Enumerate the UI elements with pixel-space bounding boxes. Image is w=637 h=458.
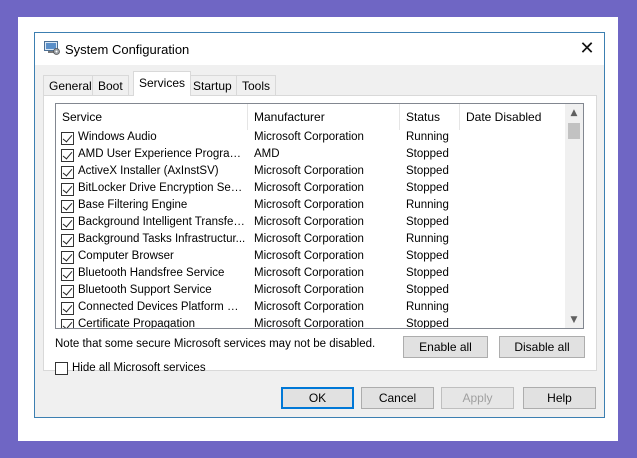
column-date-disabled[interactable]: Date Disabled [460, 104, 565, 130]
vertical-scrollbar[interactable]: ▲ ▼ [565, 104, 583, 328]
service-checkbox[interactable] [61, 285, 74, 298]
service-name: Connected Devices Platform Ser... [78, 301, 246, 313]
service-status: Stopped [406, 216, 449, 228]
service-row[interactable]: Connected Devices Platform Ser... Microso… [56, 300, 565, 317]
service-status: Running [406, 301, 449, 313]
help-button[interactable]: Help [523, 387, 596, 409]
scroll-down-icon[interactable]: ▼ [565, 311, 583, 328]
service-status: Stopped [406, 148, 449, 160]
window-title: System Configuration [65, 42, 190, 57]
service-row[interactable]: Bluetooth Handsfree Service Microsoft Cor… [56, 266, 565, 283]
service-manufacturer: Microsoft Corporation [254, 318, 364, 329]
ok-button[interactable]: OK [281, 387, 354, 409]
service-checkbox[interactable] [61, 166, 74, 179]
service-manufacturer: AMD [254, 148, 280, 160]
service-manufacturer: Microsoft Corporation [254, 131, 364, 143]
service-status: Stopped [406, 165, 449, 177]
secure-services-note: Note that some secure Microsoft services… [55, 338, 376, 350]
service-checkbox[interactable] [61, 200, 74, 213]
service-checkbox[interactable] [61, 183, 74, 196]
service-row[interactable]: BitLocker Drive Encryption Service Micros… [56, 181, 565, 198]
services-rows: Windows Audio Microsoft Corporation Runnin… [56, 130, 565, 329]
column-service[interactable]: Service [56, 104, 248, 130]
service-status: Stopped [406, 284, 449, 296]
column-manufacturer[interactable]: Manufacturer [248, 104, 400, 130]
service-name: Base Filtering Engine [78, 199, 188, 211]
list-header: Service Manufacturer Status Date Disable… [56, 104, 565, 130]
services-list[interactable]: Service Manufacturer Status Date Disable… [55, 103, 584, 329]
close-icon[interactable]: ✕ [570, 33, 604, 63]
service-row[interactable]: Windows Audio Microsoft Corporation Runnin… [56, 130, 565, 147]
service-row[interactable]: AMD User Experience Program L... AMD Stopp… [56, 147, 565, 164]
service-status: Running [406, 199, 449, 211]
service-name: AMD User Experience Program L... [78, 148, 246, 160]
system-configuration-dialog: System Configuration ✕ General Boot Serv… [34, 32, 605, 418]
service-row[interactable]: Background Tasks Infrastructur... Microso… [56, 232, 565, 249]
service-manufacturer: Microsoft Corporation [254, 182, 364, 194]
service-checkbox[interactable] [61, 149, 74, 162]
hide-microsoft-services-label: Hide all Microsoft services [72, 362, 206, 374]
service-checkbox[interactable] [61, 132, 74, 145]
service-manufacturer: Microsoft Corporation [254, 284, 364, 296]
service-manufacturer: Microsoft Corporation [254, 165, 364, 177]
service-row[interactable]: Background Intelligent Transfer ... Micro… [56, 215, 565, 232]
tab-tools[interactable]: Tools [236, 75, 277, 95]
service-row[interactable]: Bluetooth Support Service Microsoft Corpo… [56, 283, 565, 300]
tab-general[interactable]: General [43, 75, 98, 95]
service-status: Running [406, 233, 449, 245]
service-manufacturer: Microsoft Corporation [254, 233, 364, 245]
cancel-button[interactable]: Cancel [361, 387, 434, 409]
tab-boot[interactable]: Boot [92, 75, 129, 95]
service-manufacturer: Microsoft Corporation [254, 216, 364, 228]
scroll-thumb[interactable] [568, 123, 580, 139]
service-status: Stopped [406, 318, 449, 329]
service-status: Stopped [406, 182, 449, 194]
service-checkbox[interactable] [61, 251, 74, 264]
service-name: Background Tasks Infrastructur... [78, 233, 246, 245]
scroll-up-icon[interactable]: ▲ [565, 104, 583, 121]
service-name: Certificate Propagation [78, 318, 195, 329]
apply-button[interactable]: Apply [441, 387, 514, 409]
service-status: Running [406, 131, 449, 143]
service-manufacturer: Microsoft Corporation [254, 301, 364, 313]
column-status[interactable]: Status [400, 104, 460, 130]
tab-services[interactable]: Services [133, 71, 192, 96]
title-bar[interactable]: System Configuration ✕ [35, 33, 604, 65]
service-name: Bluetooth Handsfree Service [78, 267, 225, 279]
service-row[interactable]: Computer Browser Microsoft Corporation Sto… [56, 249, 565, 266]
service-checkbox[interactable] [61, 217, 74, 230]
service-name: Bluetooth Support Service [78, 284, 212, 296]
service-checkbox[interactable] [61, 302, 74, 315]
service-checkbox[interactable] [61, 319, 74, 328]
service-manufacturer: Microsoft Corporation [254, 250, 364, 262]
service-status: Stopped [406, 267, 449, 279]
service-name: Background Intelligent Transfer ... [78, 216, 246, 228]
enable-all-button[interactable]: Enable all [403, 336, 488, 358]
service-row[interactable]: ActiveX Installer (AxInstSV) Microsoft Co… [56, 164, 565, 181]
tab-startup[interactable]: Startup [187, 75, 238, 95]
service-status: Stopped [406, 250, 449, 262]
service-checkbox[interactable] [61, 268, 74, 281]
service-checkbox[interactable] [61, 234, 74, 247]
system-configuration-icon [44, 41, 60, 55]
service-name: ActiveX Installer (AxInstSV) [78, 165, 219, 177]
disable-all-button[interactable]: Disable all [499, 336, 585, 358]
service-manufacturer: Microsoft Corporation [254, 199, 364, 211]
service-name: Computer Browser [78, 250, 174, 262]
services-panel: Service Manufacturer Status Date Disable… [43, 95, 597, 375]
service-name: Windows Audio [78, 131, 157, 143]
service-row[interactable]: Base Filtering Engine Microsoft Corporati… [56, 198, 565, 215]
service-manufacturer: Microsoft Corporation [254, 267, 364, 279]
service-row[interactable]: Certificate Propagation Microsoft Corpora… [56, 317, 565, 329]
service-name: BitLocker Drive Encryption Service [78, 182, 246, 194]
hide-microsoft-services-checkbox[interactable] [55, 362, 68, 375]
